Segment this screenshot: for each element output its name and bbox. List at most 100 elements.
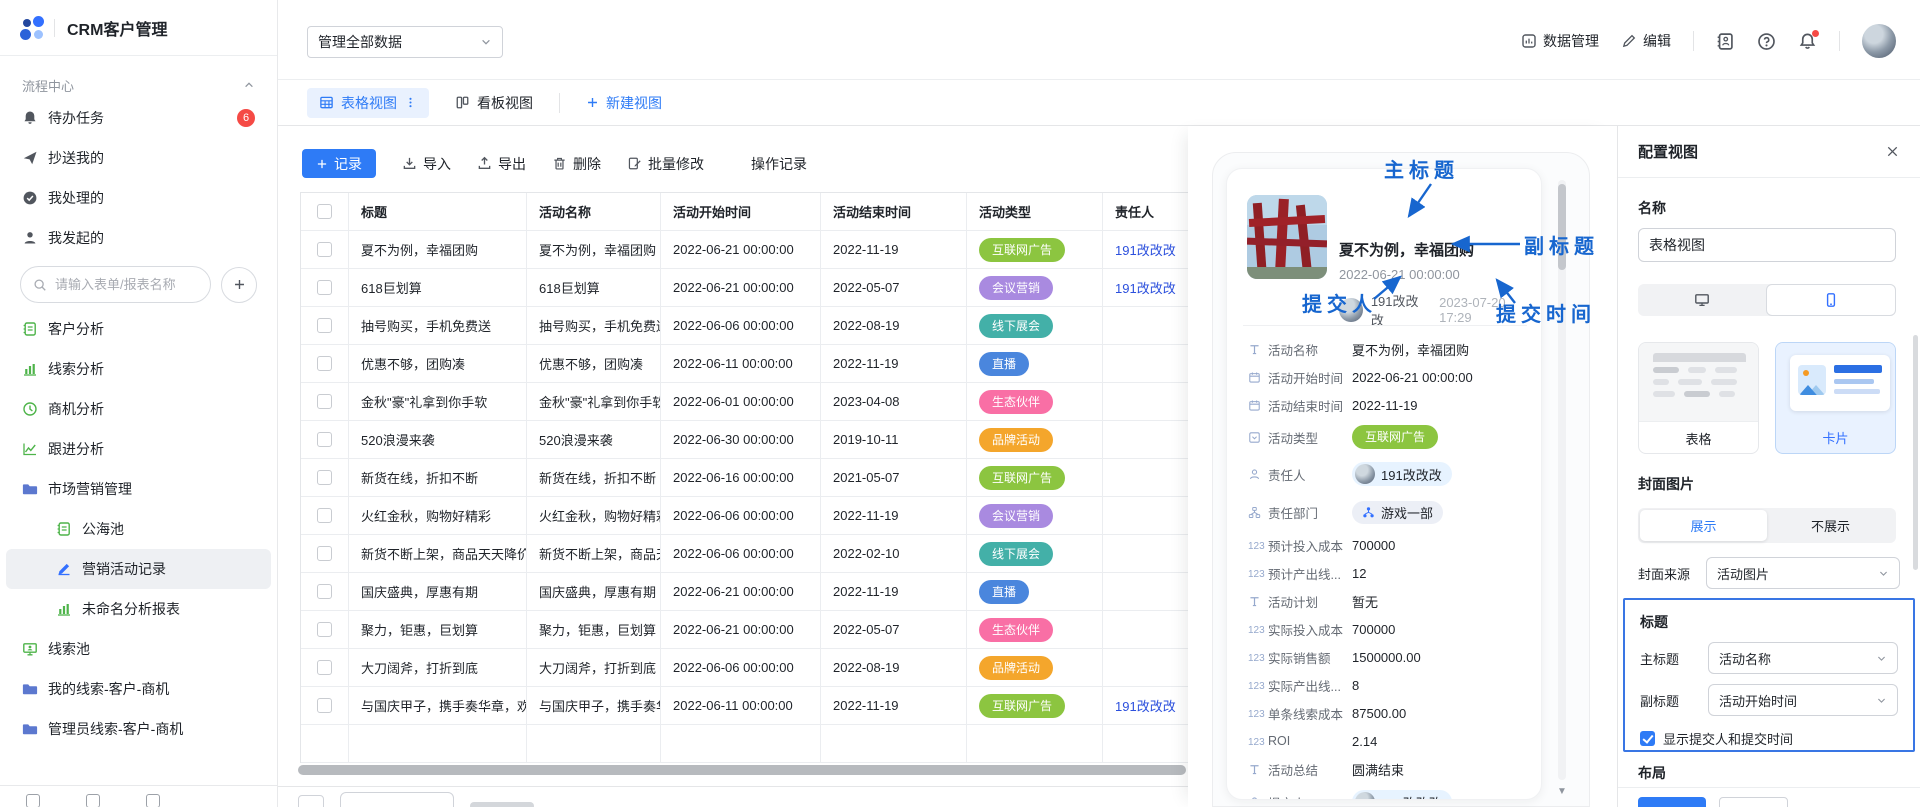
data-manage-button[interactable]: 数据管理 <box>1521 31 1599 51</box>
row-checkbox[interactable] <box>317 280 332 295</box>
search-input[interactable] <box>55 277 198 292</box>
footer-icon[interactable] <box>86 794 100 807</box>
display-mode-table[interactable]: 表格 <box>1638 342 1759 454</box>
sidebar-item-cc[interactable]: 抄送我的 <box>0 138 277 178</box>
sidebar-item-customer-analysis[interactable]: 客户分析 <box>0 309 277 349</box>
table-row[interactable]: 抽号购买，手机免费送 抽号购买，手机免费送 2022-06-06 00:00:0… <box>301 307 1188 345</box>
row-checkbox[interactable] <box>317 698 332 713</box>
layout-option-button[interactable] <box>1638 797 1706 807</box>
footer-icon[interactable] <box>146 794 160 807</box>
page-size-select[interactable] <box>340 792 454 807</box>
add-form-button[interactable] <box>221 267 257 303</box>
scroll-down-icon[interactable]: ▼ <box>1557 786 1567 797</box>
select-all-checkbox[interactable] <box>317 204 332 219</box>
table-row[interactable]: 优惠不够，团购凑 优惠不够，团购凑 2022-06-11 00:00:00 20… <box>301 345 1188 383</box>
sidebar-item-unnamed-report[interactable]: 未命名分析报表 <box>0 589 277 629</box>
col-header-owner[interactable]: 责任人 <box>1103 193 1188 231</box>
show-option[interactable]: 展示 <box>1640 510 1767 541</box>
show-submitter-checkbox[interactable] <box>1640 731 1655 746</box>
data-scope-select[interactable]: 管理全部数据 <box>307 26 503 58</box>
col-header-title[interactable]: 标题 <box>349 193 527 231</box>
sidebar-item-my-leads[interactable]: 我的线索-客户-商机 <box>0 669 277 709</box>
table-row[interactable]: 520浪漫来袭 520浪漫来袭 2022-06-30 00:00:00 2019… <box>301 421 1188 459</box>
table-row[interactable]: 火红金秋，购物好精彩 火红金秋，购物好精彩 2022-06-06 00:00:0… <box>301 497 1188 535</box>
pagination-control[interactable] <box>298 795 324 807</box>
user-avatar[interactable] <box>1862 24 1896 58</box>
owner-link[interactable]: 191改改改 <box>1115 278 1176 297</box>
preview-scrollbar[interactable] <box>1558 180 1566 780</box>
sidebar-item-lead-analysis[interactable]: 线索分析 <box>0 349 277 389</box>
sidebar-section-process[interactable]: 流程中心 <box>0 72 277 98</box>
edit-button[interactable]: 编辑 <box>1621 31 1671 51</box>
row-checkbox[interactable] <box>317 546 332 561</box>
row-checkbox[interactable] <box>317 622 332 637</box>
sidebar-item-todo[interactable]: 待办任务 6 <box>0 98 277 138</box>
hide-option[interactable]: 不展示 <box>1767 510 1894 541</box>
delete-button[interactable]: 删除 <box>552 154 601 174</box>
table-row[interactable]: 国庆盛典，厚惠有期 国庆盛典，厚惠有期 2022-06-21 00:00:00 … <box>301 573 1188 611</box>
layout-option-button[interactable] <box>1719 797 1788 807</box>
help-button[interactable] <box>1757 32 1776 51</box>
new-view-button[interactable]: 新建视图 <box>574 88 674 118</box>
sidebar-item-marketing-folder[interactable]: 市场营销管理 <box>0 469 277 509</box>
sidebar-item-followup-analysis[interactable]: 跟进分析 <box>0 429 277 469</box>
tab-table-view[interactable]: 表格视图 <box>307 88 429 118</box>
sidebar-item-label: 客户分析 <box>48 319 104 339</box>
col-header-type[interactable]: 活动类型 <box>967 193 1103 231</box>
row-checkbox[interactable] <box>317 356 332 371</box>
batch-edit-button[interactable]: 批量修改 <box>627 154 704 174</box>
sidebar-item-opportunity-analysis[interactable]: 商机分析 <box>0 389 277 429</box>
sidebar-item-marketing-activity-records[interactable]: 营销活动记录 <box>6 549 271 589</box>
sidebar-item-admin-leads[interactable]: 管理员线索-客户-商机 <box>0 709 277 749</box>
person-icon <box>1248 796 1268 801</box>
table-row[interactable]: 与国庆甲子，携手奏华章，欢 与国庆甲子，携手奏华 2022-06-11 00:0… <box>301 687 1188 725</box>
cover-source-select[interactable]: 活动图片 <box>1706 557 1900 589</box>
operation-log-button[interactable]: 操作记录 <box>730 154 807 174</box>
col-header-start[interactable]: 活动开始时间 <box>661 193 821 231</box>
row-checkbox[interactable] <box>317 508 332 523</box>
row-checkbox[interactable] <box>317 470 332 485</box>
row-checkbox[interactable] <box>317 318 332 333</box>
view-name-input[interactable] <box>1638 228 1896 262</box>
more-dots-icon[interactable] <box>404 96 417 109</box>
owner-link[interactable]: 191改改改 <box>1115 696 1176 715</box>
desktop-toggle[interactable] <box>1638 284 1766 316</box>
table-row[interactable]: 大刀阔斧，打折到底 大刀阔斧，打折到底 2022-06-06 00:00:00 … <box>301 649 1188 687</box>
col-header-end[interactable]: 活动结束时间 <box>821 193 967 231</box>
tab-kanban-view[interactable]: 看板视图 <box>443 88 545 118</box>
field-row: 活动类型 互联网广告 <box>1248 419 1528 455</box>
table-row[interactable]: 新货在线，折扣不断 新货在线，折扣不断 2022-06-16 00:00:00 … <box>301 459 1188 497</box>
close-button[interactable] <box>1885 144 1900 159</box>
table-row[interactable]: 夏不为例，幸福团购 夏不为例，幸福团购 2022-06-21 00:00:00 … <box>301 231 1188 269</box>
display-mode-card[interactable]: 卡片 <box>1775 342 1896 454</box>
sidebar-search[interactable] <box>20 266 211 303</box>
table-row[interactable]: 618巨划算 618巨划算 2022-06-21 00:00:00 2022-0… <box>301 269 1188 307</box>
sidebar-item-handled[interactable]: 我处理的 <box>0 178 277 218</box>
col-header-name[interactable]: 活动名称 <box>527 193 661 231</box>
owner-link[interactable]: 191改改改 <box>1115 240 1176 259</box>
row-checkbox[interactable] <box>317 660 332 675</box>
config-scrollbar-thumb[interactable] <box>1913 335 1918 570</box>
mobile-toggle[interactable] <box>1766 284 1896 316</box>
sidebar-item-lead-pool[interactable]: 线索池 <box>0 629 277 669</box>
contacts-button[interactable] <box>1716 32 1735 51</box>
row-checkbox[interactable] <box>317 242 332 257</box>
row-checkbox[interactable] <box>317 394 332 409</box>
notifications-button[interactable] <box>1798 32 1817 51</box>
sidebar-item-public-pool[interactable]: 公海池 <box>0 509 277 549</box>
table-row[interactable]: 金秋"豪"礼拿到你手软 金秋"豪"礼拿到你手软 2022-06-01 00:00… <box>301 383 1188 421</box>
table-row[interactable]: 新货不断上架，商品天天降价 新货不断上架，商品天天降价 2022-06-06 0… <box>301 535 1188 573</box>
import-button[interactable]: 导入 <box>402 154 451 174</box>
preview-card[interactable]: 夏不为例，幸福团购 2022-06-21 00:00:00 191改改改 202… <box>1226 168 1542 800</box>
sub-title-select[interactable]: 活动开始时间 <box>1708 684 1898 716</box>
table-row[interactable]: 聚力，钜惠，巨划算 聚力，钜惠，巨划算 2022-06-21 00:00:00 … <box>301 611 1188 649</box>
row-checkbox[interactable] <box>317 584 332 599</box>
footer-icon[interactable] <box>26 794 40 807</box>
add-record-button[interactable]: 记录 <box>302 149 376 178</box>
sidebar-item-initiated[interactable]: 我发起的 <box>0 218 277 258</box>
export-button[interactable]: 导出 <box>477 154 526 174</box>
row-checkbox[interactable] <box>317 432 332 447</box>
main-title-select[interactable]: 活动名称 <box>1708 642 1898 674</box>
field-row: 预计产出线... 12 <box>1248 559 1528 587</box>
horizontal-scrollbar[interactable] <box>298 765 1186 775</box>
